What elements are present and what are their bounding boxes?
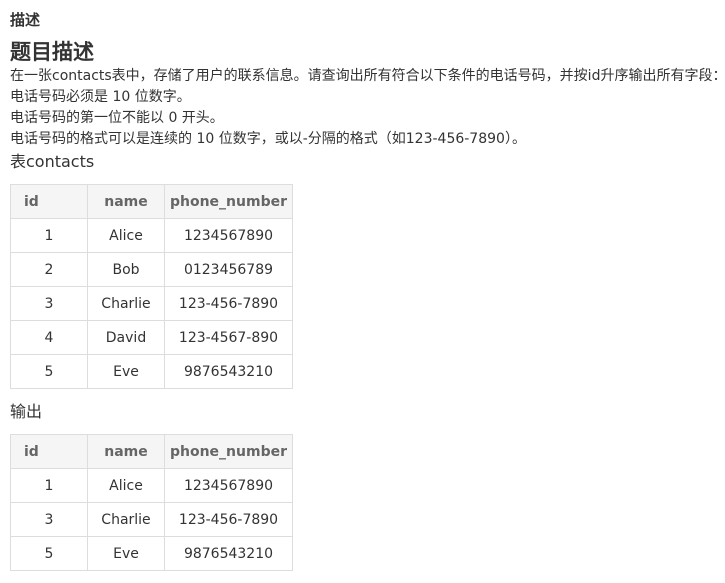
column-header-name: name — [87, 434, 165, 469]
input-table-heading: 表contacts — [10, 152, 95, 171]
cell-name: Eve — [87, 354, 165, 389]
condition-first-digit: 电话号码的第一位不能以 0 开头。 — [10, 110, 224, 126]
description-paragraph: 在一张contacts表中，存储了用户的联系信息。请查询出所有符合以下条件的电话… — [10, 68, 725, 84]
cell-name: David — [87, 320, 165, 355]
cell-phone-number: 9876543210 — [164, 536, 293, 571]
cell-id: 5 — [10, 536, 88, 571]
problem-description: 描述 题目描述 在一张contacts表中，存储了用户的联系信息。请查询出所有符… — [10, 8, 725, 571]
table-row: 4 David 123-4567-890 — [10, 320, 293, 355]
section-label: 描述 — [10, 11, 41, 29]
cell-name: Alice — [87, 218, 165, 253]
cell-phone-number: 0123456789 — [164, 252, 293, 287]
column-header-id: id — [10, 184, 88, 219]
cell-id: 3 — [10, 286, 88, 321]
table-row: 1 Alice 1234567890 — [10, 468, 293, 503]
table-row: 1 Alice 1234567890 — [10, 218, 293, 253]
column-header-name: name — [87, 184, 165, 219]
cell-name: Alice — [87, 468, 165, 503]
cell-phone-number: 1234567890 — [164, 468, 293, 503]
column-header-id: id — [10, 434, 88, 469]
contacts-table: id name phone_number 1 Alice 1234567890 … — [10, 184, 293, 389]
cell-phone-number: 123-456-7890 — [164, 502, 293, 537]
cell-id: 1 — [10, 468, 88, 503]
condition-format: 电话号码的格式可以是连续的 10 位数字，或以-分隔的格式（如123-456-7… — [10, 131, 526, 147]
cell-name: Bob — [87, 252, 165, 287]
table-row: 5 Eve 9876543210 — [10, 354, 293, 389]
cell-id: 5 — [10, 354, 88, 389]
cell-id: 3 — [10, 502, 88, 537]
table-header-row: id name phone_number — [10, 434, 293, 469]
table-row: 3 Charlie 123-456-7890 — [10, 286, 293, 321]
output-table-heading: 输出 — [10, 402, 43, 421]
output-table: id name phone_number 1 Alice 1234567890 … — [10, 434, 293, 571]
table-header-row: id name phone_number — [10, 184, 293, 219]
cell-id: 2 — [10, 252, 88, 287]
cell-name: Eve — [87, 536, 165, 571]
column-header-phone-number: phone_number — [164, 184, 293, 219]
cell-phone-number: 123-4567-890 — [164, 320, 293, 355]
table-row: 3 Charlie 123-456-7890 — [10, 502, 293, 537]
cell-id: 1 — [10, 218, 88, 253]
cell-name: Charlie — [87, 286, 165, 321]
column-header-phone-number: phone_number — [164, 434, 293, 469]
cell-phone-number: 123-456-7890 — [164, 286, 293, 321]
problem-title: 题目描述 — [10, 40, 94, 64]
cell-name: Charlie — [87, 502, 165, 537]
condition-length: 电话号码必须是 10 位数字。 — [10, 89, 191, 105]
cell-id: 4 — [10, 320, 88, 355]
cell-phone-number: 9876543210 — [164, 354, 293, 389]
cell-phone-number: 1234567890 — [164, 218, 293, 253]
table-row: 5 Eve 9876543210 — [10, 536, 293, 571]
table-row: 2 Bob 0123456789 — [10, 252, 293, 287]
